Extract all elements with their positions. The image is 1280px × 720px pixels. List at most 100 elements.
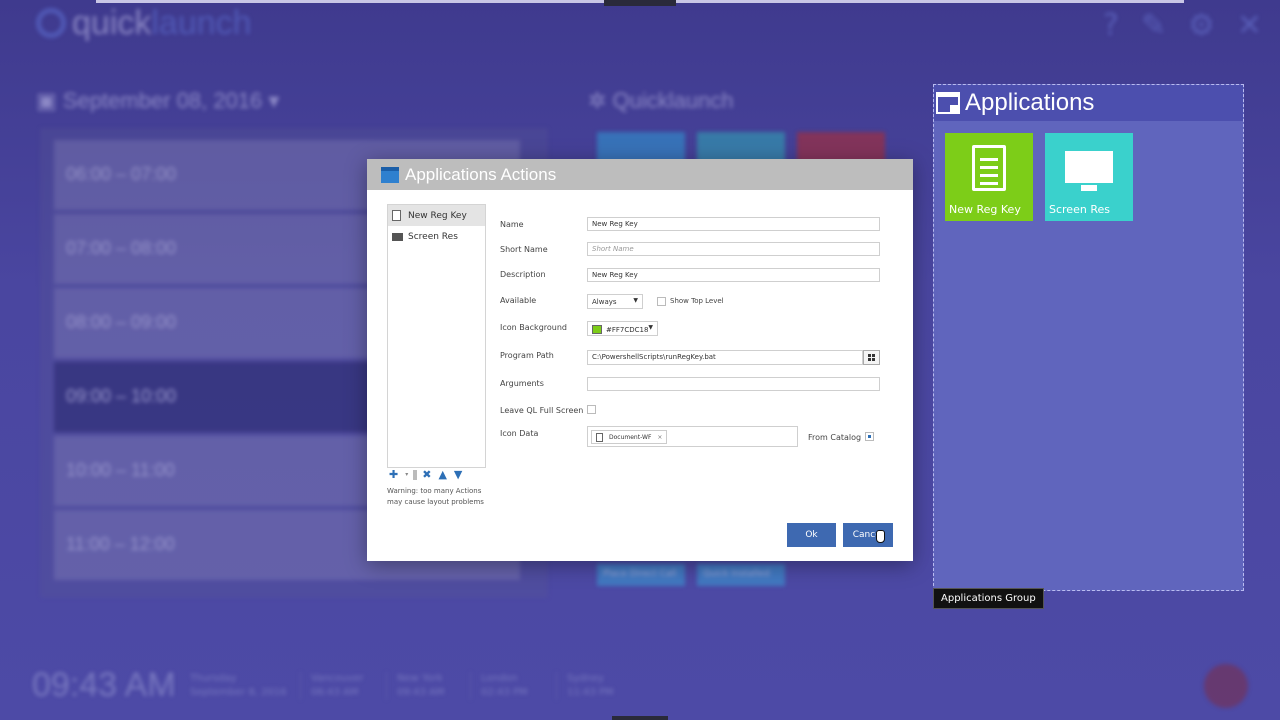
window-icon [936,92,960,114]
arguments-label: Arguments [500,379,544,388]
dialog-header: Applications Actions [367,159,913,190]
clock-time: 09:43 AM [32,666,176,704]
top-icons: ? ✎ ⚙ ✕ [1103,8,1262,43]
gear-icon[interactable]: ⚙ [1188,8,1215,43]
document-icon [596,433,603,442]
leave-fullscreen-label: Leave QL Full Screen [500,406,584,415]
world-clock: London 02:43 PM [470,672,528,700]
list-item[interactable]: Screen Res [388,226,485,247]
description-label: Description [500,270,546,279]
document-icon [392,210,401,221]
chevron-down-icon: ▼ [633,297,638,304]
browse-icon[interactable] [863,350,880,365]
calendar-icon: ▣ [36,88,63,113]
app-logo: quicklaunch [36,4,252,43]
move-up-icon[interactable]: ▲ [436,468,448,481]
leave-fullscreen-checkbox[interactable] [587,405,596,414]
delete-icon[interactable]: ✖ [420,468,433,481]
separator [413,469,418,480]
show-top-level-checkbox[interactable] [657,297,666,306]
quicklaunch-header-text: Quicklaunch [612,88,734,113]
shield-icon[interactable] [1204,664,1248,708]
color-swatch [592,325,602,334]
city-name: Vancouver [311,673,364,684]
applications-title: Applications [965,89,1095,116]
warning-text: Warning: too many Actions may cause layo… [387,487,484,506]
short-name-label: Short Name [500,245,548,254]
applications-group-tooltip: Applications Group [933,588,1044,609]
chevron-down-icon: ▼ [648,324,653,331]
list-toolbar: ✚ ▾ ✖ ▲ ▼ [387,468,464,481]
program-path-label: Program Path [500,351,554,360]
add-icon[interactable]: ✚ [387,468,400,481]
icon-background-value: #FF7CDC18 [606,326,649,334]
remove-chip-icon[interactable]: × [657,434,662,441]
city-time: 02:43 PM [481,687,528,698]
app-tile-new-reg-key[interactable]: New Reg Key [945,133,1033,221]
available-select[interactable]: Always ▼ [587,294,643,309]
available-label: Available [500,296,537,305]
list-item-label: Screen Res [408,231,458,242]
applications-header: Applications [934,85,1243,121]
logo-text: quick [72,4,152,42]
bottom-handle [612,716,668,720]
program-path-field[interactable]: C:\PowershellScripts\runRegKey.bat [587,350,863,365]
available-value: Always [592,298,617,306]
applications-panel[interactable]: Applications New Reg Key Screen Res [933,84,1244,591]
quick-installed-button[interactable]: Quick Installed [697,564,785,586]
icon-data-chip[interactable]: Document-WF × [591,430,668,444]
city-time: 11:43 PM [567,687,614,698]
close-icon[interactable]: ✕ [1237,8,1262,43]
icon-background-picker[interactable]: #FF7CDC18 ▼ [587,321,658,336]
chevron-down-icon[interactable]: ▾ [403,471,410,478]
name-label: Name [500,220,524,229]
list-item[interactable]: New Reg Key [388,205,485,226]
help-icon[interactable]: ? [1103,8,1119,43]
logo-icon [36,8,66,38]
logo-text-accent: launch [151,4,252,42]
arguments-field[interactable] [587,377,880,391]
move-down-icon[interactable]: ▼ [452,468,464,481]
city-name: New York [397,673,443,684]
city-time: 06:43 AM [311,687,359,698]
app-tile-label: Screen Res [1049,203,1110,216]
quicklaunch-header: ✲ Quicklaunch [588,88,734,114]
show-top-level-label: Show Top Level [670,297,724,305]
from-catalog-label: From Catalog [808,433,862,442]
clock-day: Thursday [190,673,237,684]
edit-icon[interactable]: ✎ [1141,8,1166,43]
window-icon [381,166,399,183]
cancel-button[interactable]: Cancel [843,523,893,547]
monitor-icon [392,232,403,241]
actions-list: New Reg Key Screen Res [387,204,486,468]
app-tile-label: New Reg Key [949,203,1021,216]
clock-date: Thursday September 8, 2016 [190,672,287,700]
dialog-title: Applications Actions [405,164,557,184]
date-header[interactable]: ▣ September 08, 2016 ▾ [36,88,279,114]
ok-button[interactable]: Ok [787,523,836,547]
clock-date-text: September 8, 2016 [190,687,287,698]
applications-actions-dialog: Applications Actions New Reg Key Screen … [367,159,913,561]
date-header-text: September 08, 2016 [62,88,263,113]
name-field[interactable]: New Reg Key [587,217,880,231]
icon-background-label: Icon Background [500,323,567,332]
app-tile-screen-res[interactable]: Screen Res [1045,133,1133,221]
city-name: London [481,673,518,684]
world-clock: Sydney 11:43 PM [556,672,614,700]
list-item-label: New Reg Key [408,210,467,221]
mouse-cursor [876,530,885,543]
icon-data-label: Icon Data [500,429,539,438]
city-name: Sydney [567,673,605,684]
icon-data-field[interactable]: Document-WF × [587,426,798,447]
from-catalog-checkbox[interactable] [865,432,874,441]
short-name-field[interactable]: Short Name [587,242,880,256]
world-clock: Vancouver 06:43 AM [300,672,364,700]
city-time: 09:43 AM [397,687,445,698]
description-field[interactable]: New Reg Key [587,268,880,282]
place-call-button[interactable]: Place Direct Call [597,564,685,586]
gear-icon: ✲ [588,88,613,113]
icon-data-chip-label: Document-WF [609,434,652,441]
monitor-icon [1065,151,1113,191]
top-handle [604,0,676,6]
world-clock: New York 09:43 AM [386,672,444,700]
